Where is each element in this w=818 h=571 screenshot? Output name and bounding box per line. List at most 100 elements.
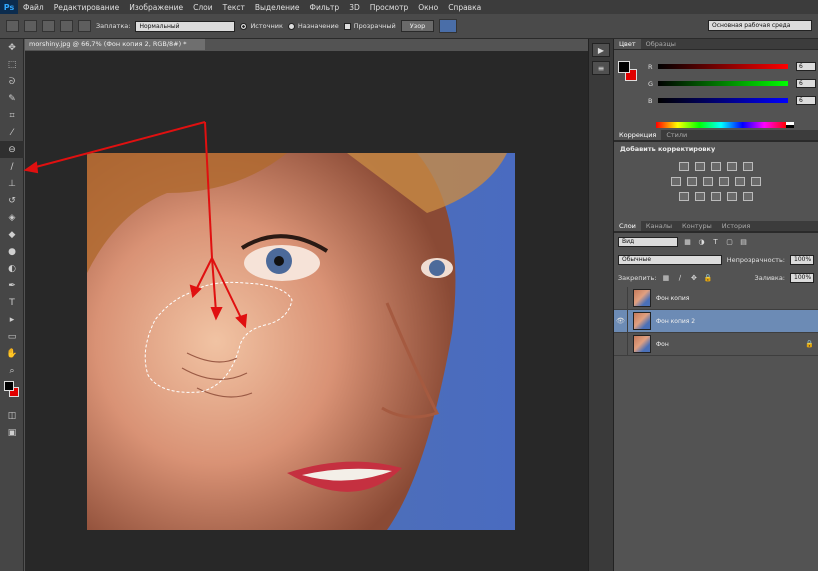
layer-row[interactable]: Фон 🔒 [614, 332, 818, 356]
filter-adjustment-icon[interactable]: ◑ [697, 238, 706, 247]
slider-r[interactable]: R 6 [648, 62, 816, 71]
menu-edit[interactable]: Редактирование [49, 3, 124, 12]
document-tab[interactable]: morshiny.jpg @ 66,7% (Фон копия 2, RGB/8… [25, 39, 205, 50]
lock-position-icon[interactable]: ✥ [689, 274, 698, 283]
add-selection-button[interactable] [42, 20, 55, 32]
lock-pixels-icon[interactable]: ∕ [675, 274, 684, 283]
hue-saturation-icon[interactable] [671, 177, 681, 186]
layer-row[interactable]: 👁 Фон копия 2 [614, 309, 818, 333]
tab-swatches[interactable]: Образцы [641, 39, 681, 49]
selective-color-icon[interactable] [743, 192, 753, 201]
black-white-icon[interactable] [703, 177, 713, 186]
history-brush-tool-icon[interactable]: ↺ [0, 192, 24, 209]
color-swatches[interactable] [0, 379, 24, 407]
filter-pixel-icon[interactable]: ▦ [683, 238, 692, 247]
dodge-tool-icon[interactable]: ◐ [0, 260, 24, 277]
patch-mode-select[interactable]: Нормальный [135, 20, 236, 32]
visibility-toggle[interactable] [614, 332, 628, 356]
menu-3d[interactable]: 3D [344, 3, 365, 12]
subtract-selection-button[interactable] [60, 20, 73, 32]
tool-preset-button[interactable] [6, 20, 19, 32]
play-action-icon[interactable]: ▶ [592, 43, 610, 57]
levels-icon[interactable] [695, 162, 705, 171]
channel-mixer-icon[interactable] [735, 177, 745, 186]
menu-layers[interactable]: Слои [188, 3, 218, 12]
clone-stamp-tool-icon[interactable]: ⊥ [0, 175, 24, 192]
tab-paths[interactable]: Контуры [677, 221, 717, 231]
quick-select-tool-icon[interactable]: ✎ [0, 90, 24, 107]
black-white-swatch[interactable] [786, 122, 794, 128]
slider-b[interactable]: B 6 [648, 96, 816, 105]
exposure-icon[interactable] [727, 162, 737, 171]
opacity-input[interactable]: 100% [790, 255, 814, 265]
transparent-option[interactable]: Прозрачный [343, 22, 396, 30]
tab-layers[interactable]: Слои [614, 221, 641, 231]
hand-tool-icon[interactable]: ✋ [0, 345, 24, 362]
use-pattern-button[interactable]: Узор [400, 20, 435, 32]
transparent-checkbox[interactable] [343, 22, 351, 30]
new-selection-button[interactable] [24, 20, 37, 32]
slider-b-track[interactable] [658, 98, 788, 103]
document-image[interactable] [87, 153, 515, 530]
gradient-map-icon[interactable] [727, 192, 737, 201]
blur-tool-icon[interactable]: ● [0, 243, 24, 260]
pen-tool-icon[interactable]: ✒ [0, 277, 24, 294]
destination-radio[interactable] [287, 22, 295, 30]
slider-r-value[interactable]: 6 [796, 62, 816, 71]
path-select-tool-icon[interactable]: ▸ [0, 311, 24, 328]
posterize-icon[interactable] [695, 192, 705, 201]
zoom-tool-icon[interactable]: ⌕ [0, 362, 24, 379]
lock-all-icon[interactable]: 🔒 [703, 274, 713, 283]
menu-filter[interactable]: Фильтр [305, 3, 345, 12]
menu-type[interactable]: Текст [218, 3, 250, 12]
threshold-icon[interactable] [711, 192, 721, 201]
menu-select[interactable]: Выделение [250, 3, 305, 12]
slider-g[interactable]: G 6 [648, 79, 816, 88]
filter-type-icon[interactable]: T [711, 238, 720, 247]
properties-icon[interactable]: ≡ [592, 61, 610, 75]
lock-transparency-icon[interactable]: ▦ [661, 274, 670, 283]
intersect-selection-button[interactable] [78, 20, 91, 32]
marquee-tool-icon[interactable]: ⬚ [0, 56, 24, 73]
visibility-toggle[interactable] [614, 286, 628, 310]
fill-input[interactable]: 100% [790, 273, 814, 283]
quick-mask-icon[interactable]: ◫ [0, 407, 24, 424]
menu-help[interactable]: Справка [443, 3, 486, 12]
source-option[interactable]: Источник [240, 22, 283, 30]
destination-option[interactable]: Назначение [287, 22, 339, 30]
color-panel-foreground[interactable] [618, 61, 630, 73]
color-balance-icon[interactable] [687, 177, 697, 186]
eyedropper-tool-icon[interactable]: ⁄ [0, 124, 24, 141]
blend-mode-select[interactable]: Обычные [618, 255, 722, 265]
filter-smart-icon[interactable]: ▤ [739, 238, 748, 247]
tab-styles[interactable]: Стили [661, 130, 692, 140]
lasso-tool-icon[interactable]: ᘐ [0, 73, 24, 90]
tab-color[interactable]: Цвет [614, 39, 641, 49]
menu-view[interactable]: Просмотр [365, 3, 414, 12]
foreground-color-swatch[interactable] [4, 381, 14, 391]
screen-mode-icon[interactable]: ▣ [0, 424, 24, 441]
slider-g-value[interactable]: 6 [796, 79, 816, 88]
layer-row[interactable]: Фон копия [614, 286, 818, 310]
brush-tool-icon[interactable]: ∕ [0, 158, 24, 175]
curves-icon[interactable] [711, 162, 721, 171]
vibrance-icon[interactable] [743, 162, 753, 171]
tab-history[interactable]: История [717, 221, 755, 231]
eye-icon[interactable]: 👁 [614, 309, 628, 333]
slider-r-track[interactable] [658, 64, 788, 69]
paint-bucket-tool-icon[interactable]: ◆ [0, 226, 24, 243]
menu-file[interactable]: Файл [18, 3, 49, 12]
color-spectrum[interactable] [656, 122, 786, 128]
patch-tool-icon[interactable]: ⊖ [0, 141, 24, 158]
pattern-picker[interactable] [439, 19, 458, 33]
color-lookup-icon[interactable] [751, 177, 761, 186]
type-tool-icon[interactable]: T [0, 294, 24, 311]
menu-window[interactable]: Окно [413, 3, 443, 12]
slider-b-value[interactable]: 6 [796, 96, 816, 105]
tab-adjustments[interactable]: Коррекция [614, 130, 662, 140]
filter-shape-icon[interactable]: ▢ [725, 238, 734, 247]
tab-channels[interactable]: Каналы [641, 221, 677, 231]
photo-filter-icon[interactable] [719, 177, 729, 186]
layer-kind-filter[interactable]: Вид [618, 237, 678, 247]
eraser-tool-icon[interactable]: ◈ [0, 209, 24, 226]
